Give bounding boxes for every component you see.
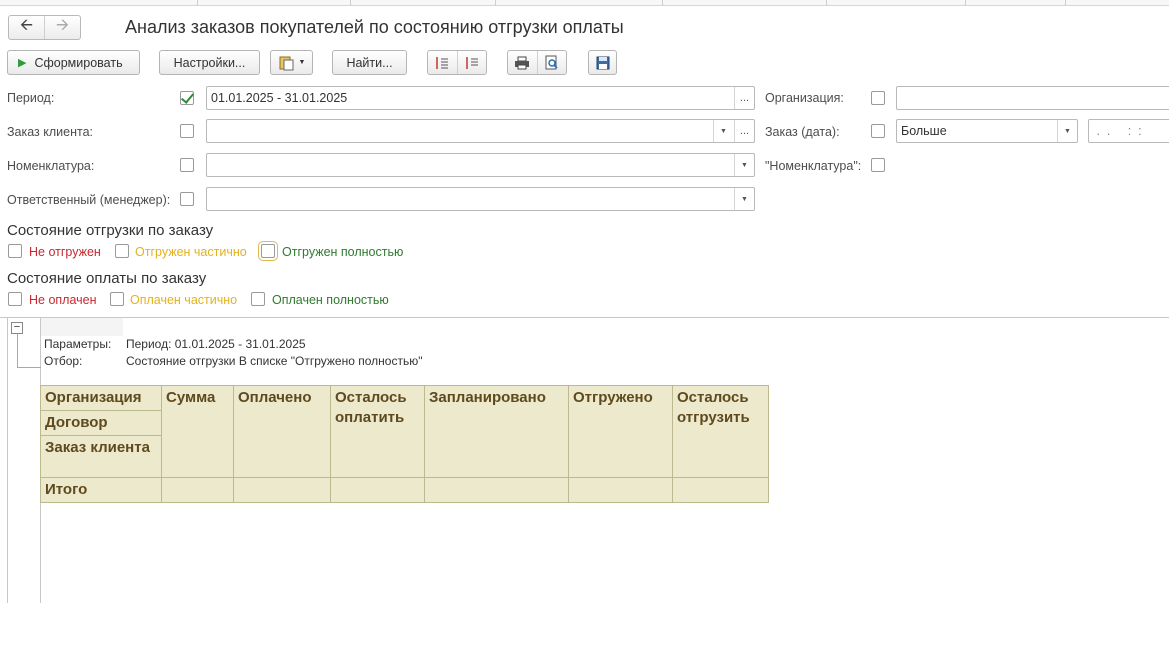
report-cell-highlight: [41, 318, 123, 336]
arrow-left-icon: 🡨: [20, 17, 33, 34]
forward-button[interactable]: 🡪: [44, 16, 80, 39]
fully-shipped-checkbox[interactable]: [258, 241, 278, 261]
period-select-button[interactable]: ...: [734, 87, 754, 109]
partially-paid-checkbox[interactable]: [110, 292, 124, 306]
header-left-to-ship[interactable]: Осталось отгрузить: [672, 385, 769, 478]
order-date-value: . . : :: [1093, 124, 1142, 138]
tree-line-horizontal: [17, 367, 41, 368]
variants-button[interactable]: ▼: [270, 50, 313, 75]
payment-section-title: Состояние оплаты по заказу: [7, 270, 207, 287]
header-paid[interactable]: Оплачено: [233, 385, 331, 478]
total-left-to-ship[interactable]: [672, 477, 769, 503]
sort-desc-button[interactable]: [456, 51, 487, 74]
header-organization[interactable]: Организация: [40, 385, 162, 411]
back-button[interactable]: 🡨: [9, 16, 44, 39]
not-paid-label: Не оплачен: [29, 293, 97, 307]
manager-label: Ответственный (менеджер):: [7, 193, 171, 207]
clipboard-icon: [279, 56, 294, 70]
play-icon: ▶: [18, 57, 27, 69]
nomenclature-dropdown[interactable]: ▼: [734, 154, 754, 176]
client-order-checkbox[interactable]: [180, 124, 194, 138]
fully-paid-checkbox[interactable]: [251, 292, 265, 306]
print-buttons: [507, 50, 567, 75]
period-field[interactable]: 01.01.2025 - 31.01.2025 ...: [206, 86, 755, 110]
not-paid-checkbox[interactable]: [8, 292, 22, 306]
minus-icon: −: [13, 321, 21, 333]
generate-label: Сформировать: [34, 55, 123, 70]
period-checkbox[interactable]: [180, 91, 194, 105]
total-sum[interactable]: [161, 477, 234, 503]
order-date-input[interactable]: . . : :: [1088, 119, 1169, 143]
partially-shipped-label: Отгружен частично: [135, 245, 247, 259]
generate-button[interactable]: ▶ Сформировать: [7, 50, 140, 75]
nomenclature-label: Номенклатура:: [7, 159, 95, 173]
order-date-comparison-select[interactable]: Больше ▼: [896, 119, 1078, 143]
sort-buttons: [427, 50, 487, 75]
partially-shipped-checkbox[interactable]: [115, 244, 129, 258]
print-button[interactable]: [508, 51, 537, 74]
client-order-dropdown[interactable]: ▼: [713, 120, 733, 142]
period-label: Период:: [7, 91, 55, 105]
top-tab-strip: [0, 0, 1169, 6]
print-preview-button[interactable]: [536, 51, 567, 74]
printer-icon: [515, 56, 530, 69]
organization-field[interactable]: [896, 86, 1169, 110]
not-shipped-label: Не отгружен: [29, 245, 101, 259]
organization-label: Организация:: [765, 91, 844, 105]
total-label[interactable]: Итого: [40, 477, 162, 503]
params-value: Период: 01.01.2025 - 31.01.2025: [126, 337, 306, 351]
fully-paid-label: Оплачен полностью: [272, 293, 389, 307]
header-contract[interactable]: Договор: [40, 410, 162, 436]
sort-descending-icon: [466, 56, 478, 69]
nav-buttons: 🡨 🡪: [8, 15, 81, 40]
order-date-comparison-value: Больше: [901, 124, 947, 138]
total-planned[interactable]: [424, 477, 569, 503]
header-shipped[interactable]: Отгружено: [568, 385, 673, 478]
client-order-select-button[interactable]: ...: [734, 120, 754, 142]
sort-asc-button[interactable]: [428, 51, 457, 74]
header-sum[interactable]: Сумма: [161, 385, 234, 478]
organization-checkbox[interactable]: [871, 91, 885, 105]
fully-shipped-label: Отгружен полностью: [282, 245, 404, 259]
report-table: Организация Сумма Оплачено Осталось опла…: [40, 385, 769, 503]
find-button[interactable]: Найти...: [332, 50, 407, 75]
header-client-order[interactable]: Заказ клиента: [40, 435, 162, 478]
nomenclature-quoted-label: "Номенклатура":: [765, 159, 862, 173]
client-order-label: Заказ клиента:: [7, 125, 94, 139]
sort-ascending-icon: [436, 56, 449, 69]
total-shipped[interactable]: [568, 477, 673, 503]
partially-paid-label: Оплачен частично: [130, 293, 238, 307]
chevron-down-icon: ▼: [298, 59, 306, 66]
nomenclature-checkbox[interactable]: [180, 158, 194, 172]
total-paid[interactable]: [233, 477, 331, 503]
collapse-toggle[interactable]: −: [11, 322, 23, 334]
filter-label: Отбор:: [44, 354, 83, 368]
filter-value: Состояние отгрузки В списке "Отгружено п…: [126, 354, 423, 368]
nomenclature-field[interactable]: ▼: [206, 153, 755, 177]
period-value: 01.01.2025 - 31.01.2025: [211, 91, 348, 105]
order-date-checkbox[interactable]: [871, 124, 885, 138]
manager-checkbox[interactable]: [180, 192, 194, 206]
manager-dropdown[interactable]: ▼: [734, 188, 754, 210]
order-date-comparison-dropdown[interactable]: ▼: [1057, 120, 1077, 142]
preview-icon: [545, 55, 558, 69]
shipment-section-title: Состояние отгрузки по заказу: [7, 222, 214, 239]
header-left-to-pay[interactable]: Осталось оплатить: [330, 385, 425, 478]
tree-line: [17, 334, 18, 368]
client-order-field[interactable]: ▼ ...: [206, 119, 755, 143]
find-label: Найти...: [346, 55, 393, 70]
manager-field[interactable]: ▼: [206, 187, 755, 211]
save-button[interactable]: [588, 50, 617, 75]
page-title: Анализ заказов покупателей по состоянию …: [125, 17, 624, 37]
floppy-disk-icon: [596, 56, 609, 69]
header-planned[interactable]: Запланировано: [424, 385, 569, 478]
params-label: Параметры:: [44, 337, 112, 351]
settings-button[interactable]: Настройки...: [159, 50, 260, 75]
settings-label: Настройки...: [173, 55, 246, 70]
not-shipped-checkbox[interactable]: [8, 244, 22, 258]
arrow-right-icon: 🡪: [56, 17, 69, 34]
total-left-to-pay[interactable]: [330, 477, 425, 503]
order-date-label: Заказ (дата):: [765, 125, 840, 139]
nomenclature-quoted-checkbox[interactable]: [871, 158, 885, 172]
